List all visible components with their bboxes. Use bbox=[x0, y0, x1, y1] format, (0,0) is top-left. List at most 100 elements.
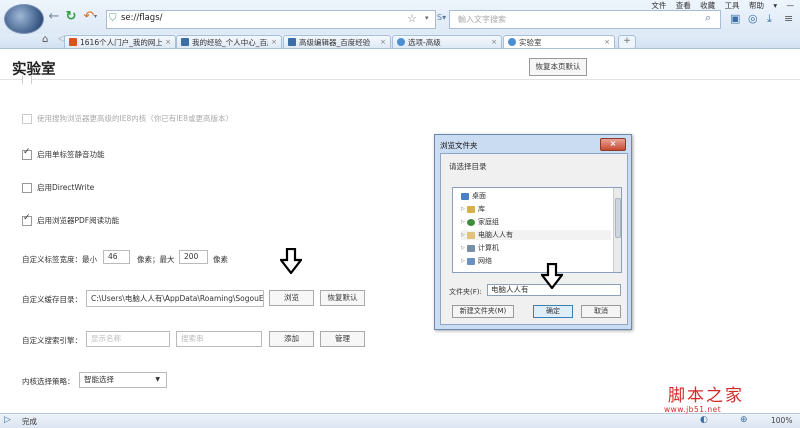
menu-file[interactable]: 文件 bbox=[651, 1, 666, 10]
address-text[interactable]: se://flags/ bbox=[121, 13, 163, 23]
search-box[interactable]: 輸入文字搜索 ⌕ bbox=[449, 10, 721, 29]
download-icon[interactable]: ⤓ bbox=[767, 12, 772, 26]
tab-1616[interactable]: 1616个人门户_我的网上 × bbox=[64, 35, 176, 48]
arrow-down-icon bbox=[280, 248, 302, 274]
close-icon[interactable]: × bbox=[165, 38, 171, 46]
tab-options-advanced[interactable]: 选项-高级 × bbox=[392, 35, 502, 48]
arrow-down-icon bbox=[541, 263, 563, 289]
speaker-icon[interactable]: ◐ bbox=[700, 415, 708, 425]
tree-item-user[interactable]: ▷ 电脑人人有 bbox=[461, 230, 611, 240]
tab-width-unit-max: 像素；最大 bbox=[137, 255, 175, 264]
engine-url-input[interactable]: 搜索串 bbox=[176, 331, 262, 347]
search-icon[interactable]: ⌕ bbox=[705, 11, 711, 25]
option-checkbox[interactable] bbox=[22, 182, 32, 193]
menu-help[interactable]: 帮助 bbox=[749, 1, 764, 10]
skin-icon[interactable]: ◎ bbox=[748, 12, 758, 25]
tab-width-unit: 像素 bbox=[213, 255, 228, 264]
dialog-title: 浏览文件夹 bbox=[440, 141, 478, 150]
tab-baidu-center[interactable]: 我的经验_个人中心_百度 × bbox=[176, 35, 282, 48]
cancel-button[interactable]: 取消 bbox=[581, 305, 621, 318]
address-dropdown-icon[interactable]: ▾ bbox=[425, 14, 429, 22]
close-icon[interactable]: × bbox=[271, 38, 277, 46]
watermark-title: 脚本之家 bbox=[668, 386, 744, 406]
new-folder-button[interactable]: 新建文件夹(M) bbox=[452, 305, 514, 318]
browse-folder-dialog: 浏览文件夹 × 请选择目录 桌面 ▷ 库 ▷ 家庭组 ▷ 电脑人人有 ▷ 计算机… bbox=[434, 134, 632, 330]
title-divider bbox=[0, 79, 800, 80]
desktop-icon bbox=[461, 192, 469, 200]
back-icon[interactable]: ← bbox=[46, 9, 62, 25]
option-label: 启用单标签静音功能 bbox=[37, 150, 105, 159]
menu-favorites[interactable]: 收藏 bbox=[700, 1, 715, 10]
dialog-prompt: 请选择目录 bbox=[449, 162, 487, 171]
engine-name-input[interactable]: 显示名称 bbox=[86, 331, 170, 347]
menu-tools[interactable]: 工具 bbox=[725, 1, 740, 10]
search-engine-icon[interactable]: S▾ bbox=[437, 13, 446, 22]
cache-dir-input[interactable]: C:\Users\电脑人人有\AppData\Roaming\SogouEx bbox=[86, 290, 264, 307]
option-label: 启用浏览器PDF阅读功能 bbox=[37, 216, 120, 225]
tab-lab[interactable]: 实验室 × bbox=[503, 35, 615, 48]
option-label: 启用DirectWrite bbox=[37, 183, 95, 192]
dialog-body: 请选择目录 桌面 ▷ 库 ▷ 家庭组 ▷ 电脑人人有 ▷ 计算机 ▷ 网络 文件… bbox=[440, 153, 628, 325]
search-placeholder: 輸入文字搜索 bbox=[458, 15, 506, 24]
favorite-star-icon[interactable]: ☆ bbox=[407, 12, 417, 25]
zoom-level[interactable]: 100% bbox=[771, 416, 792, 425]
tab-label: 我的经验_个人中心_百度 bbox=[192, 37, 269, 47]
dialog-close-button[interactable]: × bbox=[600, 138, 626, 151]
browser-logo bbox=[4, 4, 44, 34]
folder-label: 文件夹(F): bbox=[449, 288, 482, 296]
tab-favicon bbox=[508, 38, 516, 46]
close-icon[interactable]: × bbox=[491, 38, 497, 46]
chevron-down-icon: ▼ bbox=[155, 376, 160, 383]
search-engine-label: 自定义搜索引擎： bbox=[22, 336, 82, 345]
tab-width-min-input[interactable]: 46 bbox=[103, 250, 130, 264]
tree-item-library[interactable]: ▷ 库 bbox=[461, 204, 485, 214]
kernel-strategy-value: 智能选择 bbox=[84, 375, 114, 384]
status-text: 完成 bbox=[22, 417, 37, 426]
sidebar-toggle-icon[interactable]: ▷ bbox=[4, 415, 11, 425]
tree-scrollbar[interactable] bbox=[613, 188, 621, 272]
homegroup-icon bbox=[467, 218, 475, 226]
folder-tree[interactable]: 桌面 ▷ 库 ▷ 家庭组 ▷ 电脑人人有 ▷ 计算机 ▷ 网络 bbox=[452, 187, 622, 273]
tab-width-max-input[interactable]: 200 bbox=[179, 250, 208, 264]
home-icon[interactable]: ⌂ bbox=[42, 34, 48, 45]
option-row-clipped bbox=[22, 76, 37, 84]
address-bar[interactable]: ⛉ se://flags/ ☆ ▾ bbox=[106, 10, 436, 29]
undo-dropdown-icon[interactable]: ▾ bbox=[94, 13, 97, 20]
menu-view[interactable]: 查看 bbox=[676, 1, 691, 10]
tree-item-homegroup[interactable]: ▷ 家庭组 bbox=[461, 217, 499, 227]
tree-item-desktop[interactable]: 桌面 bbox=[455, 191, 486, 201]
option-pdf-reader: 启用浏览器PDF阅读功能 bbox=[22, 213, 120, 226]
tab-label: 选项-高级 bbox=[408, 37, 441, 47]
reset-page-defaults-button[interactable]: 恢复本页默认 bbox=[529, 58, 587, 76]
refresh-icon[interactable]: ↻ bbox=[63, 9, 79, 25]
tree-item-network[interactable]: ▷ 网络 bbox=[461, 256, 492, 266]
window-min-icon[interactable]: — bbox=[787, 1, 795, 10]
minimize-icon[interactable]: ▾ bbox=[773, 1, 777, 10]
tab-favicon bbox=[288, 38, 296, 46]
cache-reset-button[interactable]: 恢复默认 bbox=[320, 290, 365, 306]
ok-button[interactable]: 确定 bbox=[533, 305, 573, 318]
network-icon bbox=[467, 257, 475, 265]
tab-bar: ⌂ ◁ 1616个人门户_我的网上 × 我的经验_个人中心_百度 × 高级编辑器… bbox=[0, 34, 800, 49]
option-checkbox[interactable] bbox=[22, 213, 32, 226]
browser-toolbar: ← ↻ ↶ ▾ ⛉ se://flags/ ☆ ▾ S▾ 輸入文字搜索 ⌕ 文件… bbox=[0, 0, 800, 35]
option-checkbox[interactable] bbox=[22, 113, 32, 124]
manage-engines-button[interactable]: 管理 bbox=[320, 331, 365, 347]
add-engine-button[interactable]: 添加 bbox=[269, 331, 314, 347]
watermark-url: www.jb51.net bbox=[664, 405, 722, 414]
tree-item-computer[interactable]: ▷ 计算机 bbox=[461, 243, 499, 253]
option-checkbox[interactable] bbox=[22, 76, 32, 84]
menu-bar: 文件 查看 收藏 工具 帮助 ▾ — bbox=[644, 0, 794, 10]
scrollbar-thumb[interactable] bbox=[615, 198, 621, 238]
zoom-icon[interactable]: ⊕ bbox=[740, 415, 748, 425]
option-checkbox[interactable] bbox=[22, 147, 32, 160]
close-icon[interactable]: × bbox=[604, 38, 610, 46]
close-icon[interactable]: × bbox=[380, 38, 386, 46]
tab-advanced-editor[interactable]: 高级编辑器_百度经验 × bbox=[283, 35, 391, 48]
browse-button[interactable]: 浏览 bbox=[269, 290, 314, 306]
hamburger-menu-icon[interactable]: ≡ bbox=[784, 12, 793, 25]
sidebar-icon[interactable]: ▣ bbox=[730, 12, 740, 25]
kernel-strategy-select[interactable]: 智能选择 ▼ bbox=[79, 372, 167, 388]
new-tab-button[interactable]: + bbox=[618, 35, 636, 49]
library-icon bbox=[467, 205, 475, 213]
